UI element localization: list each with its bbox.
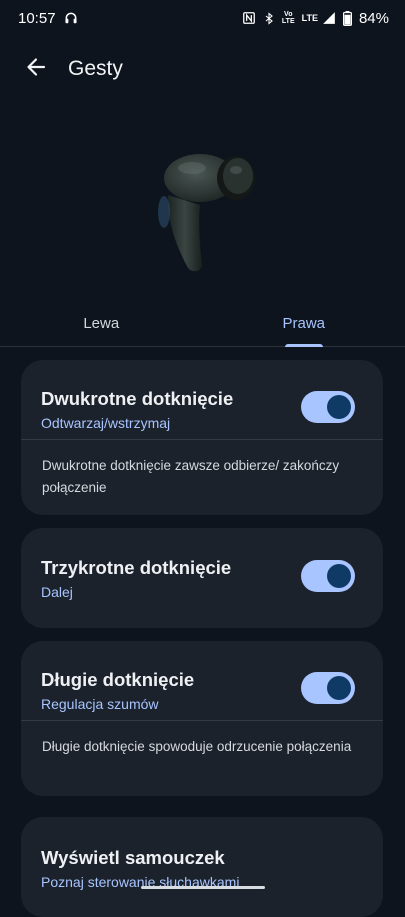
tutorial-card: Wyświetl samouczek Poznaj sterowanie słu… xyxy=(21,817,383,917)
switch-thumb xyxy=(327,676,351,700)
status-time: 10:57 xyxy=(18,10,56,27)
double-tap-row[interactable]: Dwukrotne dotknięcie Odtwarzaj/wstrzymaj xyxy=(21,360,383,439)
back-button[interactable] xyxy=(18,51,54,87)
tab-right[interactable]: Prawa xyxy=(203,300,405,346)
status-bar: 10:57 VoLTE LTE 84% xyxy=(0,0,405,36)
double-tap-note: Dwukrotne dotknięcie zawsze odbierze/ za… xyxy=(21,440,383,499)
page-title: Gesty xyxy=(68,57,123,81)
tab-left-label: Lewa xyxy=(83,315,119,332)
tutorial-row[interactable]: Wyświetl samouczek Poznaj sterowanie słu… xyxy=(21,817,383,917)
earbud-image xyxy=(140,140,270,280)
tutorial-title: Wyświetl samouczek xyxy=(41,847,363,869)
earbud-tabs: Lewa Prawa xyxy=(0,300,405,347)
triple-tap-switch[interactable] xyxy=(301,560,355,592)
arrow-back-icon xyxy=(24,55,48,84)
home-indicator[interactable] xyxy=(141,886,265,889)
switch-thumb xyxy=(327,395,351,419)
tab-left[interactable]: Lewa xyxy=(0,300,203,346)
triple-tap-card: Trzykrotne dotknięcie Dalej xyxy=(21,528,383,628)
tab-right-label: Prawa xyxy=(282,315,325,332)
app-bar: Gesty xyxy=(0,46,405,92)
bluetooth-icon xyxy=(263,11,275,26)
double-tap-switch[interactable] xyxy=(301,391,355,423)
network-type: LTE xyxy=(302,13,318,23)
headphones-icon xyxy=(64,11,78,25)
long-press-switch[interactable] xyxy=(301,672,355,704)
triple-tap-row[interactable]: Trzykrotne dotknięcie Dalej xyxy=(21,528,383,628)
nfc-icon xyxy=(242,11,256,25)
switch-thumb xyxy=(327,564,351,588)
long-press-row[interactable]: Długie dotknięcie Regulacja szumów xyxy=(21,641,383,720)
double-tap-card: Dwukrotne dotknięcie Odtwarzaj/wstrzymaj… xyxy=(21,360,383,515)
long-press-card: Długie dotknięcie Regulacja szumów Długi… xyxy=(21,641,383,796)
long-press-note: Długie dotknięcie spowoduje odrzucenie p… xyxy=(21,721,383,758)
battery-percentage: 84% xyxy=(359,10,389,27)
battery-icon xyxy=(343,11,352,26)
tab-indicator xyxy=(285,344,323,347)
signal-icon xyxy=(322,11,336,25)
volte-icon: VoLTE xyxy=(282,11,295,25)
